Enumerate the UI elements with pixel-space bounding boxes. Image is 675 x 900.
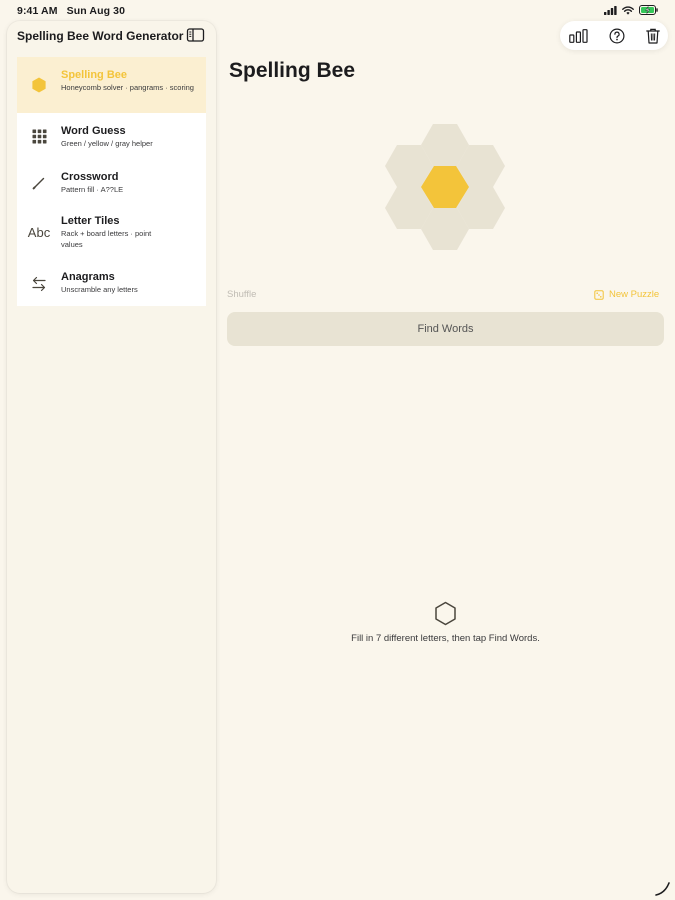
sidebar-item-subtitle: Unscramble any letters bbox=[61, 285, 138, 294]
page-title: Spelling Bee bbox=[229, 59, 356, 82]
grid-icon bbox=[27, 124, 51, 148]
sidebar-item-letter-tiles[interactable]: Abc Letter Tiles Rack + board letters · … bbox=[17, 205, 206, 262]
sidebar-toggle-button[interactable] bbox=[186, 27, 206, 43]
delete-button[interactable] bbox=[643, 26, 663, 45]
hexagon-icon bbox=[27, 73, 51, 97]
trash-icon bbox=[646, 28, 660, 44]
stats-button[interactable] bbox=[568, 26, 588, 45]
abc-icon: Abc bbox=[27, 224, 51, 240]
new-puzzle-label: New Puzzle bbox=[609, 289, 660, 300]
find-words-button[interactable]: Find Words bbox=[227, 312, 664, 346]
empty-state-message: Fill in 7 different letters, then tap Fi… bbox=[351, 633, 540, 644]
sidebar-item-label: Anagrams bbox=[61, 271, 115, 283]
wifi-icon bbox=[622, 5, 634, 15]
toolbar bbox=[560, 21, 668, 50]
status-date: Sun Aug 30 bbox=[66, 5, 126, 17]
sidebar-item-crossword[interactable]: Crossword Pattern fill · A??LE bbox=[17, 158, 206, 205]
sidebar-toggle-icon bbox=[186, 28, 205, 42]
pencil-icon bbox=[27, 171, 51, 195]
sidebar-item-label: Word Guess bbox=[61, 125, 126, 137]
shuffle-button[interactable]: Shuffle bbox=[227, 289, 256, 300]
sidebar-item-word-guess[interactable]: Word Guess Green / yellow / gray helper bbox=[17, 113, 206, 158]
sidebar-item-subtitle: Green / yellow / gray helper bbox=[61, 139, 153, 148]
honeycomb bbox=[385, 124, 505, 250]
sidebar-title: Spelling Bee Word Generator bbox=[17, 29, 184, 43]
sidebar-item-subtitle: Pattern fill · A??LE bbox=[61, 185, 124, 194]
swap-arrows-icon bbox=[27, 272, 51, 296]
sidebar: Spelling Bee Word Generator Spelling Bee… bbox=[7, 21, 216, 893]
sidebar-item-label: Spelling Bee bbox=[61, 69, 128, 81]
stats-icon bbox=[568, 28, 588, 43]
dice-icon bbox=[594, 289, 604, 300]
sidebar-nav-list: Spelling Bee Honeycomb solver · pangrams… bbox=[17, 57, 206, 306]
sidebar-item-subtitle: Rack + board letters · point values bbox=[61, 229, 152, 249]
help-icon bbox=[609, 27, 625, 44]
sidebar-item-subtitle: Honeycomb solver · pangrams · scoring bbox=[61, 83, 194, 92]
status-time: 9:41 AM bbox=[17, 5, 58, 17]
sidebar-item-anagrams[interactable]: Anagrams Unscramble any letters bbox=[17, 262, 206, 306]
new-puzzle-button[interactable]: New Puzzle bbox=[594, 289, 659, 300]
sidebar-item-label: Letter Tiles bbox=[61, 215, 120, 227]
sidebar-item-label: Crossword bbox=[61, 171, 119, 183]
status-clock: 9:41 AM Sun Aug 30 bbox=[17, 5, 125, 17]
status-bar: 9:41 AM Sun Aug 30 bbox=[0, 0, 675, 22]
resize-grip-icon[interactable] bbox=[654, 880, 672, 896]
help-button[interactable] bbox=[607, 26, 627, 45]
status-icons bbox=[604, 5, 658, 15]
cellular-signal-icon bbox=[604, 5, 617, 15]
battery-charging-icon bbox=[639, 5, 658, 15]
sidebar-item-spelling-bee[interactable]: Spelling Bee Honeycomb solver · pangrams… bbox=[17, 57, 206, 113]
hexagon-outline-icon bbox=[435, 601, 456, 626]
